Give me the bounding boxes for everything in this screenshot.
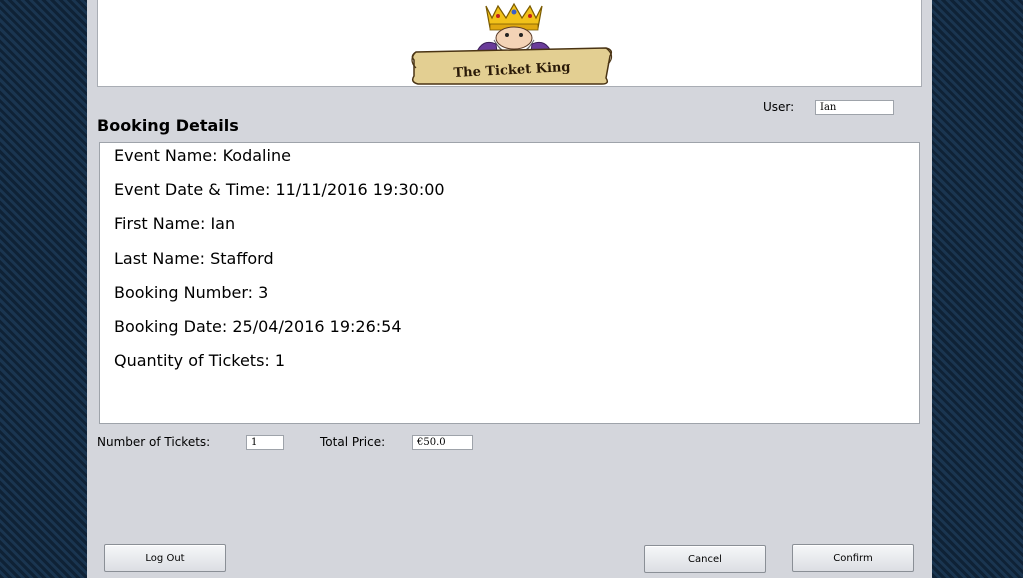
- detail-quantity: Quantity of Tickets: 1: [114, 351, 286, 370]
- detail-booking-number: Booking Number: 3: [114, 283, 269, 302]
- logout-button[interactable]: Log Out: [104, 544, 226, 572]
- page-title: Booking Details: [97, 116, 239, 135]
- booking-details-panel: Event Name: Kodaline Event Date & Time: …: [99, 142, 920, 424]
- price-field[interactable]: €50.0: [412, 435, 473, 450]
- user-label: User:: [763, 100, 795, 114]
- detail-booking-date: Booking Date: 25/04/2016 19:26:54: [114, 317, 402, 336]
- detail-first-name: First Name: Ian: [114, 214, 236, 233]
- tickets-label: Number of Tickets:: [97, 435, 211, 449]
- cancel-button[interactable]: Cancel: [644, 545, 766, 573]
- detail-last-name: Last Name: Stafford: [114, 249, 274, 268]
- ticket-king-logo: The Ticket King: [411, 2, 613, 85]
- logo-banner: The Ticket King: [97, 0, 922, 87]
- booking-window: The Ticket King User: Ian Booking Detail…: [87, 0, 932, 578]
- tickets-field[interactable]: 1: [246, 435, 284, 450]
- price-label: Total Price:: [320, 435, 386, 449]
- user-field[interactable]: Ian: [815, 100, 894, 115]
- detail-event-date: Event Date & Time: 11/11/2016 19:30:00: [114, 180, 445, 199]
- detail-event-name: Event Name: Kodaline: [114, 146, 291, 165]
- confirm-button[interactable]: Confirm: [792, 544, 914, 572]
